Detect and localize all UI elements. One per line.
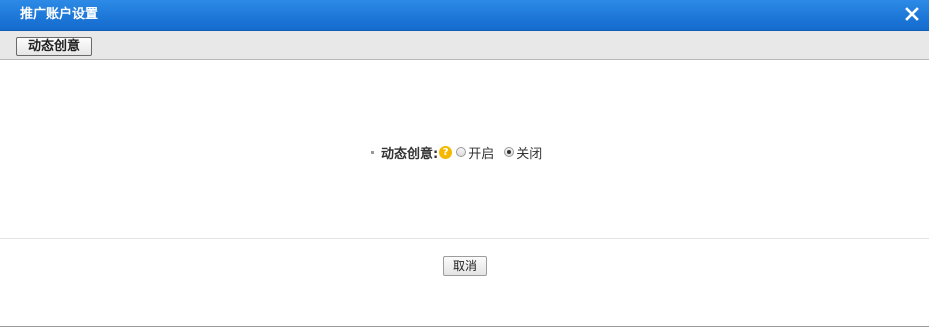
tab-bar: 动态创意 — [0, 31, 929, 60]
footer-divider — [0, 238, 929, 239]
field-label: 动态创意: — [381, 146, 439, 162]
cancel-button[interactable]: 取消 — [443, 256, 487, 276]
dialog-title: 推广账户设置 — [20, 7, 99, 22]
radio-label-off: 关闭 — [516, 146, 543, 162]
radio-button-off[interactable] — [504, 147, 515, 157]
radio-option-on[interactable]: 开启 — [456, 143, 494, 162]
dialog-titlebar: 推广账户设置 — [0, 0, 929, 31]
bottom-border — [0, 326, 929, 327]
question-icon[interactable]: ? — [439, 145, 453, 159]
close-icon[interactable] — [903, 5, 921, 23]
tab-dynamic-creative[interactable]: 动态创意 — [16, 37, 92, 56]
bullet-marker — [371, 150, 374, 154]
radio-label-on: 开启 — [468, 146, 495, 162]
radio-button-on[interactable] — [456, 147, 467, 157]
radio-option-off[interactable]: 关闭 — [504, 143, 542, 162]
dynamic-creative-setting: 动态创意: ? 开启 关闭 — [371, 141, 552, 163]
